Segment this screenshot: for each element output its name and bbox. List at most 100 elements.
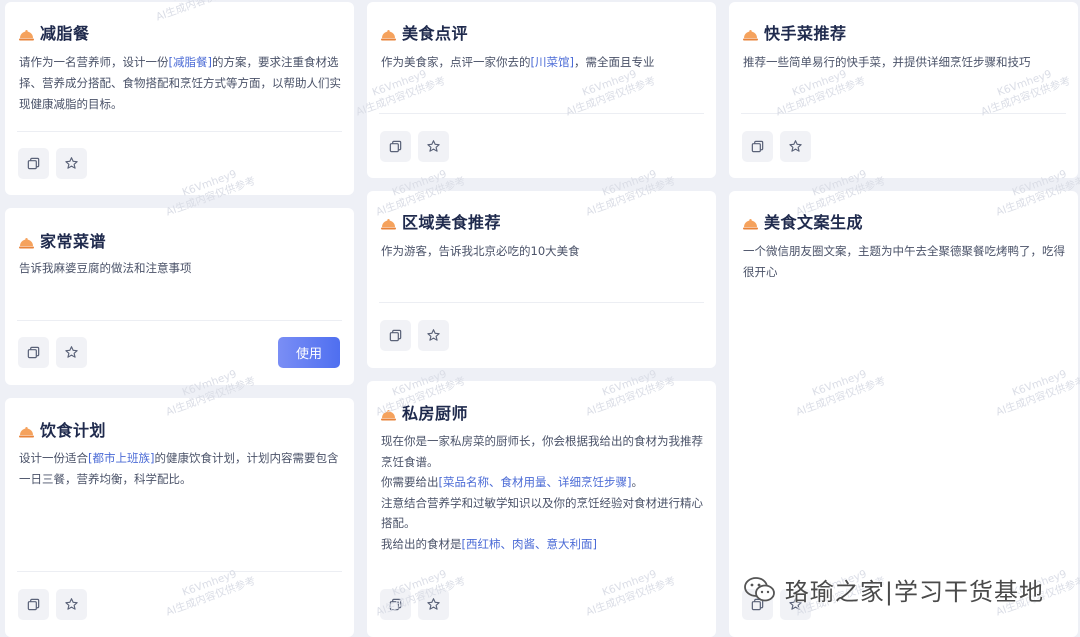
- description-text: 你需要给出: [381, 475, 439, 489]
- card-title: 饮食计划: [40, 421, 107, 440]
- highlight-variable: [西红柿、肉酱、意大利面]: [461, 536, 597, 551]
- description-line: 现在你是一家私房菜的厨师长，你会根据我给出的食材为我推荐烹饪食谱。: [381, 431, 704, 472]
- copy-button[interactable]: [18, 337, 49, 368]
- copy-icon: [389, 598, 402, 611]
- card-divider: [17, 131, 342, 132]
- favorite-button[interactable]: [56, 589, 87, 620]
- description-line: 我给出的食材是[西红柿、肉酱、意大利面]: [381, 534, 704, 555]
- card-description: 现在你是一家私房菜的厨师长，你会根据我给出的食材为我推荐烹饪食谱。你需要给出[菜…: [381, 431, 704, 554]
- use-button[interactable]: 使用: [278, 337, 340, 368]
- card-header: 私房厨师: [381, 400, 468, 424]
- card-header: 减脂餐: [19, 20, 90, 44]
- highlight-variable: [川菜馆]: [530, 55, 574, 69]
- prompt-card-jiachangcaipu[interactable]: 家常菜谱 告诉我麻婆豆腐的做法和注意事项 使用: [5, 208, 354, 385]
- prompt-card-kuaishoucai[interactable]: 快手菜推荐 推荐一些简单易行的快手菜，并提供详细烹饪步骤和技巧: [729, 2, 1078, 178]
- copy-button[interactable]: [742, 131, 773, 162]
- card-header: 美食点评: [381, 20, 468, 44]
- copy-icon: [27, 157, 40, 170]
- favorite-button[interactable]: [418, 131, 449, 162]
- description-line: 你需要给出[菜品名称、食材用量、详细烹饪步骤]。: [381, 472, 704, 493]
- card-divider: [17, 320, 342, 321]
- description-text: 作为美食家，点评一家你去的: [381, 55, 531, 69]
- card-description: 推荐一些简单易行的快手菜，并提供详细烹饪步骤和技巧: [743, 52, 1066, 73]
- card-divider: [379, 302, 704, 303]
- copy-icon: [27, 346, 40, 359]
- dish-cover-icon: [19, 234, 34, 249]
- description-text: 一个微信朋友圈文案，主题为中午去全聚德聚餐吃烤鸭了，吃得很开心: [743, 244, 1065, 279]
- favorite-button[interactable]: [418, 589, 449, 620]
- copy-button[interactable]: [18, 589, 49, 620]
- dish-cover-icon: [381, 215, 396, 230]
- dish-cover-icon: [19, 423, 34, 438]
- card-description: 作为美食家，点评一家你去的[川菜馆]，需全面且专业: [381, 52, 704, 73]
- description-text: 我给出的食材是: [381, 536, 462, 551]
- dish-cover-icon: [19, 26, 34, 41]
- prompt-card-meishidianping[interactable]: 美食点评 作为美食家，点评一家你去的[川菜馆]，需全面且专业: [367, 2, 716, 178]
- dish-cover-icon: [381, 406, 396, 421]
- dish-cover-icon: [743, 215, 758, 230]
- prompt-card-yinshijihua[interactable]: 饮食计划 设计一份适合[都市上班族]的健康饮食计划，计划内容需要包含一日三餐，营…: [5, 398, 354, 637]
- copy-icon: [751, 140, 764, 153]
- highlight-variable: [都市上班族]: [88, 451, 155, 465]
- star-icon: [427, 329, 440, 341]
- card-description: 作为游客，告诉我北京必吃的10大美食: [381, 241, 704, 262]
- brand-overlay: 珞瑜之家|学习干货基地: [743, 572, 1044, 607]
- card-title: 减脂餐: [40, 24, 90, 43]
- description-text: 现在你是一家私房菜的厨师长，你会根据我给出的食材为我推荐烹饪食谱。: [381, 434, 703, 469]
- card-header: 美食文案生成: [743, 209, 863, 233]
- star-icon: [65, 346, 78, 358]
- dish-cover-icon: [743, 26, 758, 41]
- card-title: 美食点评: [402, 24, 469, 43]
- card-description: 一个微信朋友圈文案，主题为中午去全聚德聚餐吃烤鸭了，吃得很开心: [743, 241, 1066, 283]
- card-title: 家常菜谱: [40, 232, 107, 251]
- card-description: 设计一份适合[都市上班族]的健康饮食计划，计划内容需要包含一日三餐，营养均衡，科…: [19, 448, 342, 490]
- description-text: 告诉我麻婆豆腐的做法和注意事项: [19, 261, 192, 275]
- copy-button[interactable]: [380, 589, 411, 620]
- card-description: 请作为一名营养师，设计一份[减脂餐]的方案，要求注重食材选择、营养成分搭配、食物…: [19, 52, 342, 115]
- favorite-button[interactable]: [56, 148, 87, 179]
- prompt-card-jianzhican[interactable]: 减脂餐 请作为一名营养师，设计一份[减脂餐]的方案，要求注重食材选择、营养成分搭…: [5, 2, 354, 195]
- card-title: 区域美食推荐: [402, 213, 502, 232]
- favorite-button[interactable]: [780, 131, 811, 162]
- copy-icon: [389, 329, 402, 342]
- copy-button[interactable]: [18, 148, 49, 179]
- favorite-button[interactable]: [56, 337, 87, 368]
- card-header: 饮食计划: [19, 417, 106, 441]
- description-text: 请作为一名营养师，设计一份: [19, 55, 169, 69]
- card-divider: [379, 113, 704, 114]
- card-header: 快手菜推荐: [743, 20, 847, 44]
- card-title: 快手菜推荐: [764, 24, 847, 43]
- copy-icon: [27, 598, 40, 611]
- description-text: ，需全面且专业: [573, 55, 655, 69]
- copy-icon: [389, 140, 402, 153]
- card-description: 告诉我麻婆豆腐的做法和注意事项: [19, 258, 342, 279]
- wechat-icon: [744, 576, 775, 601]
- card-divider: [741, 113, 1066, 114]
- description-line: 注意结合营养学和过敏学知识以及你的烹饪经验对食材进行精心搭配。: [381, 493, 704, 534]
- prompt-card-quyumeishi[interactable]: 区域美食推荐 作为游客，告诉我北京必吃的10大美食: [367, 191, 716, 368]
- description-text: 。: [631, 475, 643, 489]
- card-header: 家常菜谱: [19, 228, 106, 252]
- card-divider: [17, 571, 342, 572]
- highlight-variable: [减脂餐]: [168, 55, 212, 69]
- highlight-variable: [菜品名称、食材用量、详细烹饪步骤]: [438, 475, 632, 489]
- prompt-card-sifangchushi[interactable]: 私房厨师 现在你是一家私房菜的厨师长，你会根据我给出的食材为我推荐烹饪食谱。你需…: [367, 381, 716, 637]
- star-icon: [789, 140, 802, 152]
- card-title: 私房厨师: [402, 404, 469, 423]
- description-text: 注意结合营养学和过敏学知识以及你的烹饪经验对食材进行精心搭配。: [381, 495, 703, 531]
- description-text: 推荐一些简单易行的快手菜，并提供详细烹饪步骤和技巧: [743, 55, 1031, 69]
- card-header: 区域美食推荐: [381, 209, 501, 233]
- copy-button[interactable]: [380, 320, 411, 351]
- card-title: 美食文案生成: [764, 213, 864, 232]
- star-icon: [65, 157, 78, 169]
- star-icon: [427, 140, 440, 152]
- star-icon: [427, 598, 440, 610]
- dish-cover-icon: [381, 26, 396, 41]
- favorite-button[interactable]: [418, 320, 449, 351]
- copy-button[interactable]: [380, 131, 411, 162]
- description-text: 设计一份适合: [19, 451, 88, 465]
- star-icon: [65, 598, 78, 610]
- description-text: 作为游客，告诉我北京必吃的10大美食: [381, 244, 580, 258]
- prompt-card-meishiwenan[interactable]: 美食文案生成 一个微信朋友圈文案，主题为中午去全聚德聚餐吃烤鸭了，吃得很开心: [729, 191, 1078, 637]
- brand-text: 珞瑜之家|学习干货基地: [784, 578, 1044, 606]
